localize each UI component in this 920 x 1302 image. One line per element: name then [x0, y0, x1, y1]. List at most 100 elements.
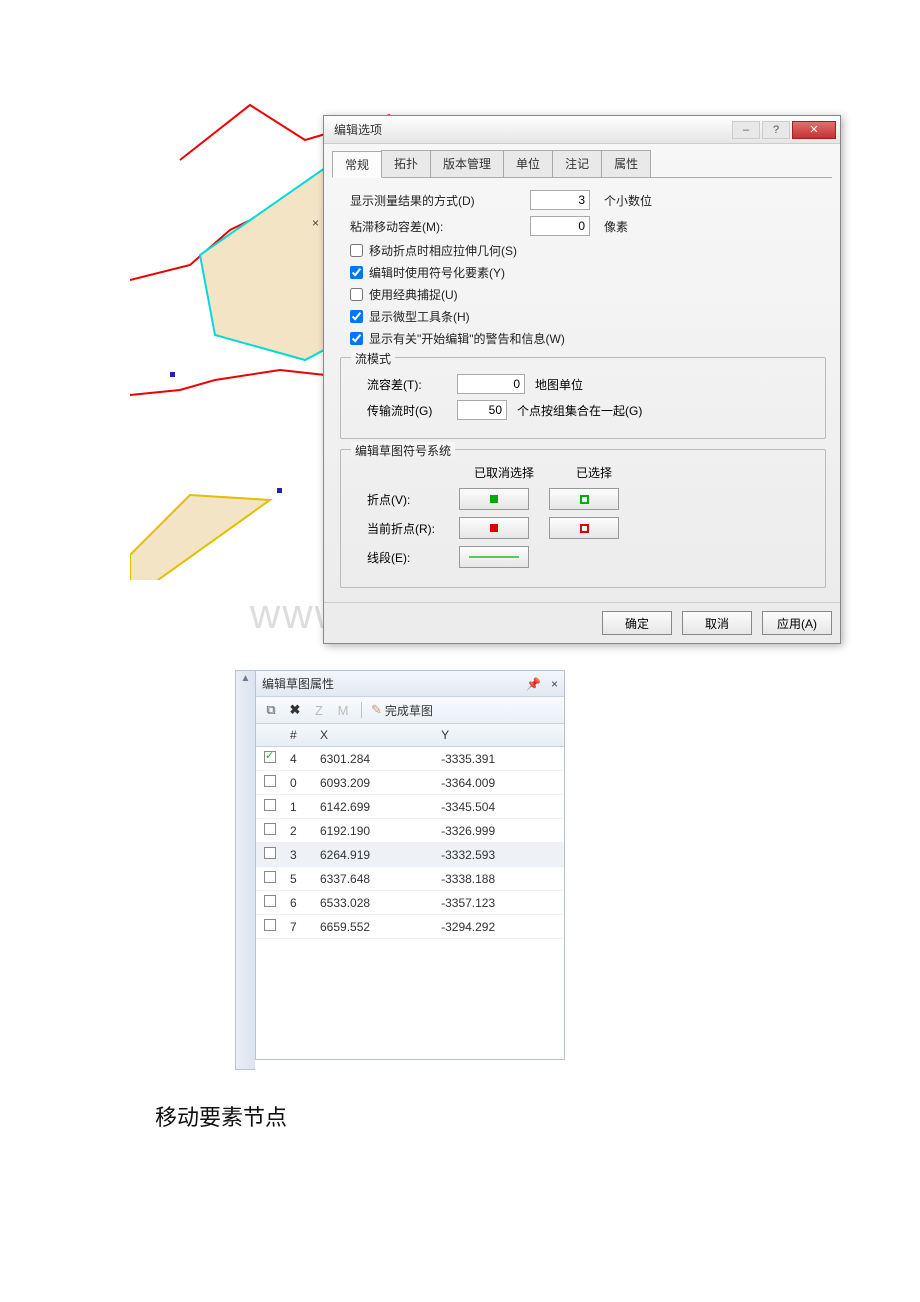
row-checkbox[interactable] [264, 847, 276, 859]
check-classic-snapping[interactable] [350, 288, 363, 301]
check-start-edit-warnings-label: 显示有关"开始编辑"的警告和信息(W) [369, 330, 565, 347]
row-checkbox[interactable] [264, 799, 276, 811]
row-index: 2 [284, 819, 314, 843]
vertex-unselected-button[interactable] [459, 488, 529, 510]
sticky-tolerance-unit: 像素 [604, 218, 628, 235]
current-vertex-unselected-button[interactable] [459, 517, 529, 539]
display-method-input[interactable] [530, 190, 590, 210]
stream-tolerance-input[interactable] [457, 374, 525, 394]
row-x: 6659.552 [314, 915, 435, 939]
help-button[interactable]: ? [762, 121, 790, 139]
row-x: 6093.209 [314, 771, 435, 795]
panel-collapse-strip[interactable]: ▲ [235, 670, 255, 1070]
check-mini-toolbar[interactable] [350, 310, 363, 323]
sketch-vertex-table: # X Y 46301.284-3335.39106093.209-3364.0… [256, 724, 564, 939]
display-method-unit: 个小数位 [604, 192, 652, 209]
tab-strip: 常规 拓扑 版本管理 单位 注记 属性 [332, 150, 832, 178]
row-checkbox[interactable] [264, 895, 276, 907]
stream-tolerance-unit: 地图单位 [535, 376, 583, 393]
finish-sketch-button[interactable]: ✎ 完成草图 [371, 702, 433, 719]
row-y: -3332.593 [435, 843, 564, 867]
col-x[interactable]: X [314, 724, 435, 747]
red-square-icon [490, 524, 498, 532]
cancel-button[interactable]: 取消 [682, 611, 752, 635]
row-y: -3335.391 [435, 747, 564, 771]
row-index: 4 [284, 747, 314, 771]
stream-group-input[interactable] [457, 400, 507, 420]
ok-button[interactable]: 确定 [602, 611, 672, 635]
check-symbolized-features-label: 编辑时使用符号化要素(Y) [369, 264, 505, 281]
pencil-icon: ✎ [371, 702, 382, 718]
check-stretch-geometry[interactable] [350, 244, 363, 257]
row-index: 6 [284, 891, 314, 915]
stream-mode-legend: 流模式 [351, 350, 395, 367]
dialog-title: 编辑选项 [334, 121, 730, 138]
table-row[interactable]: 66533.028-3357.123 [256, 891, 564, 915]
row-checkbox[interactable] [264, 919, 276, 931]
row-checkbox[interactable] [264, 871, 276, 883]
row-y: -3338.188 [435, 867, 564, 891]
row-y: -3357.123 [435, 891, 564, 915]
table-row[interactable]: 36264.919-3332.593 [256, 843, 564, 867]
sketch-symbol-legend: 编辑草图符号系统 [351, 442, 455, 459]
svg-text:×: × [312, 216, 319, 230]
panel-close-icon[interactable]: × [551, 677, 558, 691]
dialog-titlebar[interactable]: 编辑选项 – ? ✕ [324, 116, 840, 144]
minimize-button[interactable]: – [732, 121, 760, 139]
display-method-label: 显示测量结果的方式(D) [350, 192, 530, 209]
tab-units[interactable]: 单位 [503, 150, 553, 177]
table-row[interactable]: 06093.209-3364.009 [256, 771, 564, 795]
finish-sketch-label: 完成草图 [385, 702, 433, 719]
row-y: -3364.009 [435, 771, 564, 795]
table-row[interactable]: 56337.648-3338.188 [256, 867, 564, 891]
row-y: -3345.504 [435, 795, 564, 819]
delete-icon[interactable]: ✖ [286, 701, 304, 719]
collapse-arrow-icon: ▲ [236, 673, 255, 684]
tab-topology[interactable]: 拓扑 [381, 150, 431, 177]
segment-button[interactable] [459, 546, 529, 568]
sketch-panel-title: 编辑草图属性 [262, 675, 516, 692]
sketch-properties-panel: 编辑草图属性 📌 × ⧉ ✖ Z M ✎ 完成草图 # X Y 46301.28… [255, 670, 565, 1060]
check-mini-toolbar-label: 显示微型工具条(H) [369, 308, 470, 325]
sketch-tool-icon[interactable]: ⧉ [262, 701, 280, 719]
row-index: 0 [284, 771, 314, 795]
close-button[interactable]: ✕ [792, 121, 836, 139]
tab-attributes[interactable]: 属性 [601, 150, 651, 177]
table-row[interactable]: 16142.699-3345.504 [256, 795, 564, 819]
table-row[interactable]: 76659.552-3294.292 [256, 915, 564, 939]
col-check[interactable] [256, 724, 284, 747]
row-index: 5 [284, 867, 314, 891]
row-index: 1 [284, 795, 314, 819]
row-x: 6192.190 [314, 819, 435, 843]
sticky-tolerance-label: 粘滞移动容差(M): [350, 218, 530, 235]
tab-general[interactable]: 常规 [332, 151, 382, 178]
vertex-selected-button[interactable] [549, 488, 619, 510]
col-hash[interactable]: # [284, 724, 314, 747]
apply-button[interactable]: 应用(A) [762, 611, 832, 635]
tab-annotation[interactable]: 注记 [552, 150, 602, 177]
current-vertex-selected-button[interactable] [549, 517, 619, 539]
m-toggle[interactable]: M [334, 701, 352, 719]
tab-versioning[interactable]: 版本管理 [430, 150, 504, 177]
table-row[interactable]: 46301.284-3335.391 [256, 747, 564, 771]
sketch-panel-titlebar[interactable]: 编辑草图属性 📌 × [256, 671, 564, 697]
check-start-edit-warnings[interactable] [350, 332, 363, 345]
check-symbolized-features[interactable] [350, 266, 363, 279]
row-x: 6533.028 [314, 891, 435, 915]
sketch-toolbar: ⧉ ✖ Z M ✎ 完成草图 [256, 697, 564, 724]
pin-icon[interactable]: 📌 [526, 677, 541, 691]
row-checkbox[interactable] [264, 823, 276, 835]
stream-tolerance-label: 流容差(T): [367, 376, 457, 393]
check-stretch-geometry-label: 移动折点时相应拉伸几何(S) [369, 242, 517, 259]
col-y[interactable]: Y [435, 724, 564, 747]
sketch-symbol-group: 编辑草图符号系统 已取消选择 已选择 折点(V): 当前折点(R): 线 [340, 449, 826, 588]
row-y: -3294.292 [435, 915, 564, 939]
red-outline-icon [580, 524, 589, 533]
table-row[interactable]: 26192.190-3326.999 [256, 819, 564, 843]
toolbar-divider [361, 702, 362, 718]
row-checkbox[interactable] [264, 751, 276, 763]
z-toggle[interactable]: Z [310, 701, 328, 719]
stream-mode-group: 流模式 流容差(T): 地图单位 传输流时(G) 个点按组集合在一起(G) [340, 357, 826, 439]
row-checkbox[interactable] [264, 775, 276, 787]
sticky-tolerance-input[interactable] [530, 216, 590, 236]
